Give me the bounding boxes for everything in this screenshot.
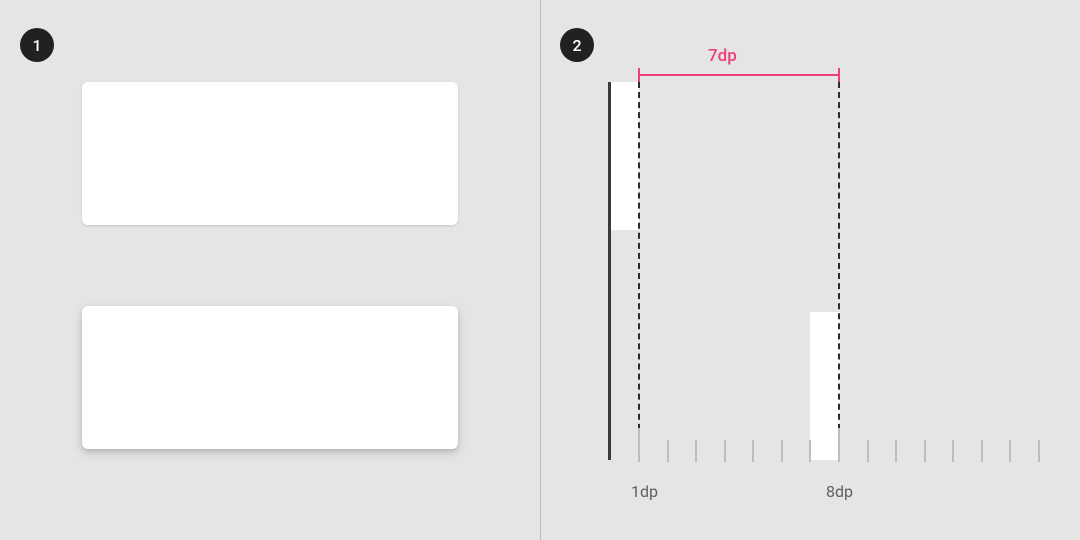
ruler-tick — [724, 440, 726, 462]
ruler-tick — [1038, 440, 1040, 462]
ruler-tick — [952, 440, 954, 462]
ruler-tick — [638, 428, 640, 462]
ruler-tick — [667, 440, 669, 462]
panel-left: 1 — [0, 0, 540, 540]
dashed-guide-8dp — [838, 82, 840, 460]
measurement-label: 7dp — [708, 46, 737, 66]
ruler-tick — [924, 440, 926, 462]
measurement-cap-left — [638, 68, 640, 82]
ruler-tick — [895, 440, 897, 462]
dashed-guide-1dp — [638, 82, 640, 460]
measurement-line — [638, 74, 838, 76]
badge-1: 1 — [20, 28, 54, 62]
badge-2: 2 — [560, 28, 594, 62]
panel-right: 2 7dp 1dp 8dp — [540, 0, 1080, 540]
ruler-tick — [838, 428, 840, 462]
card-high-elevation — [82, 306, 458, 449]
white-region-start — [611, 82, 639, 230]
ruler-tick — [1009, 440, 1011, 462]
dp-ruler — [608, 422, 1058, 462]
ruler-tick — [695, 440, 697, 462]
card-low-elevation — [82, 82, 458, 225]
axis-label-8dp: 8dp — [826, 482, 853, 501]
axis-label-1dp: 1dp — [631, 482, 658, 501]
ruler-tick — [781, 440, 783, 462]
ruler-tick — [867, 440, 869, 462]
ruler-tick — [981, 440, 983, 462]
ruler-tick — [809, 440, 811, 462]
measurement-cap-right — [838, 68, 840, 82]
shadow-offset-diagram: 7dp 1dp 8dp — [608, 82, 1058, 460]
ruler-tick — [752, 440, 754, 462]
